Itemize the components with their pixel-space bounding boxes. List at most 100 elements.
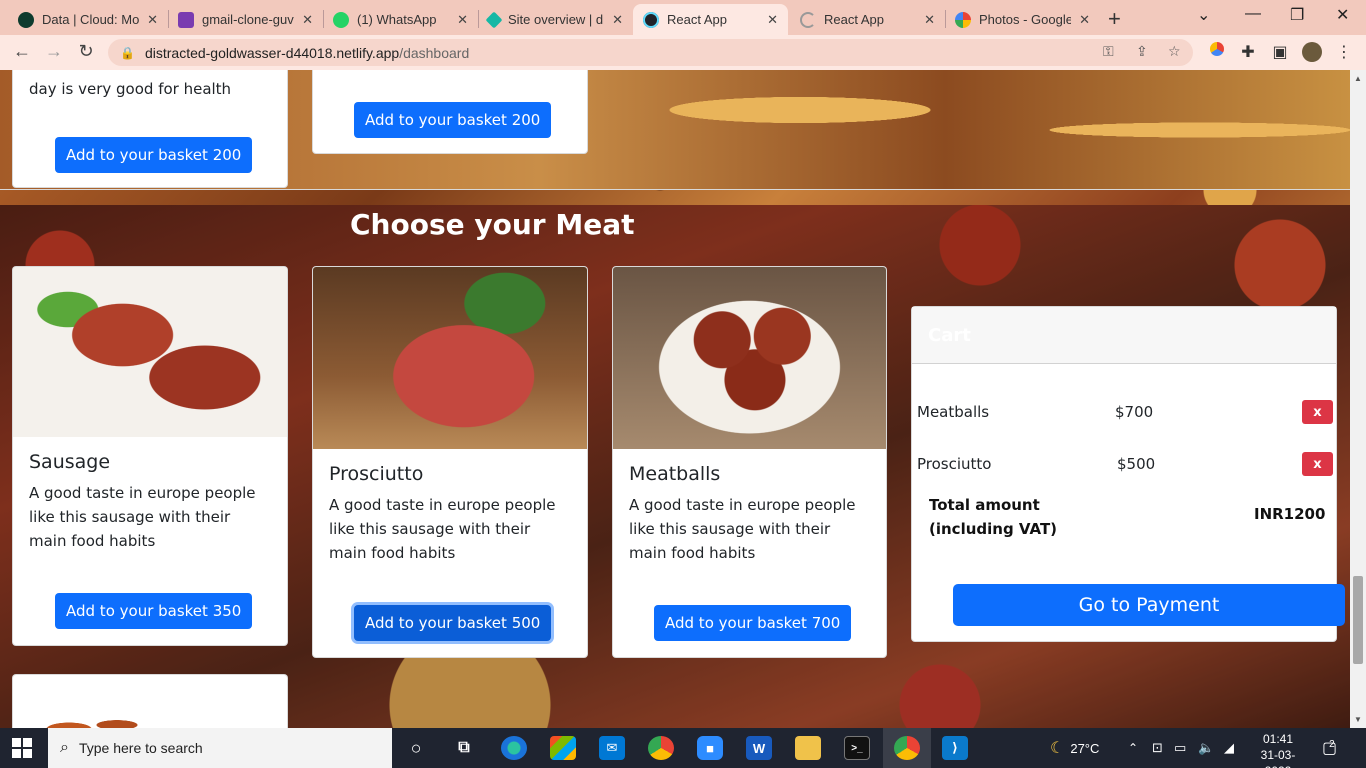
vscode-icon[interactable]: ⟩ <box>942 736 968 760</box>
notification-count: 2 <box>1329 738 1335 750</box>
battery-icon[interactable]: ▭ <box>1174 728 1186 768</box>
next-card-partial <box>12 674 288 728</box>
extension-colorful-icon[interactable] <box>1207 42 1227 62</box>
file-explorer-icon[interactable] <box>795 736 821 760</box>
taskbar-search-box[interactable]: ⌕ Type here to search <box>48 728 392 768</box>
chrome-icon[interactable] <box>648 736 674 760</box>
tab-gmail-clone[interactable]: gmail-clone-guvi ✕ <box>168 4 323 35</box>
weather-widget[interactable]: ☾ 27°C <box>1050 728 1099 768</box>
cart-item: Prosciutto $500 x <box>917 452 1333 479</box>
mail-icon[interactable]: ✉ <box>599 736 625 760</box>
whatsapp-favicon-icon <box>333 11 349 28</box>
tab-react-app-loading[interactable]: React App ✕ <box>790 4 945 35</box>
moon-weather-icon: ☾ <box>1050 740 1065 757</box>
browser-toolbar: ← → ↻ 🔒 distracted-goldwasser-d44018.net… <box>0 35 1366 70</box>
close-tab-icon[interactable]: ✕ <box>767 12 778 28</box>
chrome-active-icon[interactable] <box>894 736 920 760</box>
restore-icon[interactable]: ❐ <box>1290 5 1304 25</box>
network-icon[interactable]: ⊡ <box>1152 728 1163 768</box>
word-icon[interactable]: W <box>746 736 772 760</box>
bookmark-star-icon[interactable]: ☆ <box>1168 43 1181 60</box>
card-title: Sausage <box>29 451 111 473</box>
tab-whatsapp[interactable]: (1) WhatsApp ✕ <box>323 4 478 35</box>
forward-arrow-icon[interactable]: → <box>42 41 66 62</box>
scroll-down-arrow-icon[interactable]: ▼ <box>1354 715 1362 724</box>
add-to-basket-button[interactable]: Add to your basket 350 <box>55 593 253 629</box>
tab-search-chevron-icon[interactable]: ⌄ <box>1197 5 1210 25</box>
close-window-icon[interactable]: ✕ <box>1336 5 1349 25</box>
add-to-basket-button[interactable]: Add to your basket 200 <box>354 102 552 138</box>
close-tab-icon[interactable]: ✕ <box>302 12 313 28</box>
new-tab-button[interactable]: + <box>1108 6 1121 32</box>
add-to-basket-button[interactable]: Add to your basket 500 <box>354 605 552 641</box>
windows-start-icon[interactable] <box>12 738 32 758</box>
scroll-thumb[interactable] <box>1353 576 1363 664</box>
chicken-image-partial <box>33 705 153 728</box>
minimize-icon[interactable]: — <box>1245 5 1261 23</box>
terminal-icon[interactable]: >_ <box>844 736 870 760</box>
tray-chevron-icon[interactable]: ⌃ <box>1128 728 1138 768</box>
key-icon[interactable]: ⚿ <box>1103 43 1114 60</box>
total-amount-value: INR1200 <box>1254 505 1326 523</box>
address-bar[interactable]: 🔒 distracted-goldwasser-d44018.netlify.a… <box>108 39 1193 66</box>
share-icon[interactable]: ⇪ <box>1136 43 1148 60</box>
close-tab-icon[interactable]: ✕ <box>457 12 468 28</box>
section-divider <box>0 189 1350 190</box>
url-path: /dashboard <box>399 44 470 61</box>
scroll-up-arrow-icon[interactable]: ▲ <box>1354 74 1362 83</box>
add-to-basket-button[interactable]: Add to your basket 200 <box>55 137 253 173</box>
vegetable-card-partial: day is very good for health Add to your … <box>12 70 288 188</box>
tab-react-app-active[interactable]: React App ✕ <box>633 4 788 35</box>
close-tab-icon[interactable]: ✕ <box>924 12 935 28</box>
remove-item-button[interactable]: x <box>1302 452 1333 476</box>
zoom-icon[interactable]: ■ <box>697 736 723 760</box>
system-clock[interactable]: 01:41 31-03-2022 <box>1248 731 1308 768</box>
store-icon[interactable] <box>550 736 576 760</box>
wifi-icon[interactable]: ◢ <box>1224 728 1234 768</box>
cart-item-name: Prosciutto <box>917 455 992 473</box>
go-to-payment-button[interactable]: Go to Payment <box>953 584 1345 626</box>
clock-time: 01:41 <box>1262 732 1294 746</box>
tab-label: Photos - Google <box>979 12 1072 27</box>
tab-site-overview[interactable]: Site overview | di ✕ <box>478 4 633 35</box>
section-title: Choose your Meat <box>350 208 635 241</box>
reload-icon[interactable]: ↻ <box>74 41 98 62</box>
back-arrow-icon[interactable]: ← <box>10 41 34 62</box>
task-view-icon[interactable]: ⧉ <box>451 736 477 760</box>
menu-kebab-icon[interactable]: ⋮ <box>1334 42 1354 62</box>
edge-icon[interactable] <box>501 736 527 760</box>
react-favicon-icon <box>643 11 659 28</box>
page-scrollbar[interactable]: ▲ ▼ <box>1350 70 1366 728</box>
side-panel-icon[interactable]: ▣ <box>1270 42 1290 62</box>
cart-item-name: Meatballs <box>917 403 990 421</box>
url-host: distracted-goldwasser-d44018.netlify.app <box>144 44 400 61</box>
card-text: day is very good for health <box>29 80 232 98</box>
tab-google-photos[interactable]: Photos - Google ✕ <box>945 4 1100 35</box>
meatballs-image <box>613 267 886 449</box>
tab-data-cloud[interactable]: Data | Cloud: Mo ✕ <box>8 4 168 35</box>
add-to-basket-button[interactable]: Add to your basket 700 <box>654 605 852 641</box>
cortana-icon[interactable]: ○ <box>403 736 429 760</box>
tab-label: React App <box>667 12 727 27</box>
clock-date: 31-03-2022 <box>1260 748 1296 768</box>
loading-spinner-icon <box>800 11 816 28</box>
card-text: A good taste in europe people like this … <box>329 496 556 562</box>
page-viewport: day is very good for health Add to your … <box>0 70 1350 728</box>
heroku-favicon-icon <box>178 11 194 28</box>
notifications-icon[interactable]: ▢ 2 <box>1322 728 1337 768</box>
remove-item-button[interactable]: x <box>1302 400 1333 424</box>
cart-item-price: $700 <box>1115 403 1154 421</box>
tab-label: (1) WhatsApp <box>357 12 437 27</box>
close-tab-icon[interactable]: ✕ <box>147 12 158 28</box>
meat-card-meatballs: Meatballs A good taste in europe people … <box>612 266 887 658</box>
volume-icon[interactable]: 🔈 <box>1198 728 1214 768</box>
cart-title: Cart <box>912 307 1336 364</box>
netlify-favicon-icon <box>485 11 503 28</box>
card-title: Meatballs <box>629 463 721 485</box>
profile-avatar[interactable] <box>1302 42 1322 62</box>
close-tab-icon[interactable]: ✕ <box>1079 12 1090 28</box>
windows-taskbar: ⌕ Type here to search ○ ⧉ ✉ ■ W >_ ⟩ ☾ 2… <box>0 728 1366 768</box>
close-tab-icon[interactable]: ✕ <box>612 12 623 28</box>
extensions-puzzle-icon[interactable]: ✚ <box>1238 42 1258 62</box>
search-icon: ⌕ <box>60 739 69 756</box>
